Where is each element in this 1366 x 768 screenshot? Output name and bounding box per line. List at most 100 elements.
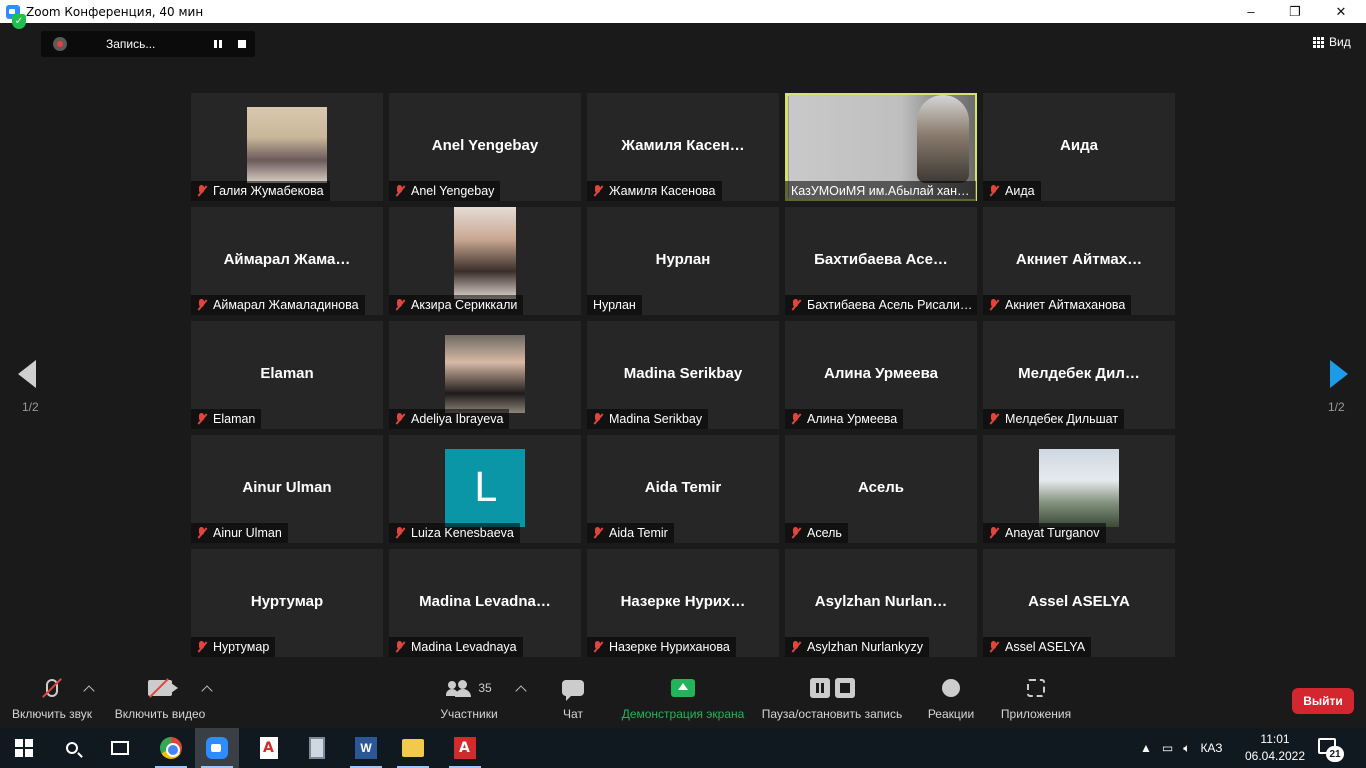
unmute-button[interactable]: Включить звук: [8, 673, 96, 728]
participant-name: Adeliya Ibrayeva: [411, 412, 504, 426]
apps-icon: [1027, 679, 1045, 697]
participant-name-bar: Аймарал Жамаладинова: [191, 295, 365, 315]
apps-label: Приложения: [1000, 707, 1072, 721]
participant-tile[interactable]: Мелдебек Дил… Мелдебек Дильшат: [983, 321, 1175, 429]
participant-tile[interactable]: Madina Serikbay Madina Serikbay: [587, 321, 779, 429]
chrome-icon: [160, 737, 182, 759]
minimize-button[interactable]: –: [1228, 0, 1274, 23]
participant-tile[interactable]: Назерке Нурих… Назерке Нуриханова: [587, 549, 779, 657]
taskbar-calculator[interactable]: [295, 728, 339, 768]
taskbar-pdf-reader[interactable]: [247, 728, 291, 768]
participant-tile[interactable]: Elaman Elaman: [191, 321, 383, 429]
mic-muted-icon: [195, 640, 209, 654]
participant-display-name: Аймарал Жама…: [223, 251, 351, 268]
participant-tile[interactable]: Жамиля Касен… Жамиля Касенова: [587, 93, 779, 201]
mic-muted-icon: [195, 412, 209, 426]
previous-page-arrow-icon[interactable]: [18, 360, 48, 390]
participant-tile[interactable]: Aida Temir Aida Temir: [587, 435, 779, 543]
view-button[interactable]: Вид: [1313, 35, 1351, 49]
task-view-button[interactable]: [98, 728, 142, 768]
participant-name-bar: Аида: [983, 181, 1041, 201]
security-shield-icon[interactable]: ✓: [12, 14, 26, 29]
acrobat-icon: [454, 737, 476, 759]
participant-tile[interactable]: Акниет Айтмах… Акниет Айтмаханова: [983, 207, 1175, 315]
taskbar-file-explorer[interactable]: [391, 728, 435, 768]
stop-recording-icon[interactable]: [238, 40, 246, 48]
participant-tile[interactable]: Алина Урмеева Алина Урмеева: [785, 321, 977, 429]
mic-muted-icon: [195, 184, 209, 198]
mic-muted-icon: [393, 298, 407, 312]
participant-tile[interactable]: L Luiza Kenesbaeva: [389, 435, 581, 543]
keyboard-language[interactable]: КАЗ: [1200, 741, 1222, 755]
participant-tile[interactable]: Anayat Turganov: [983, 435, 1175, 543]
participant-display-name: Нуртумар: [250, 593, 324, 610]
close-button[interactable]: ✕: [1318, 0, 1364, 23]
participant-tile[interactable]: Assel ASELYA Assel ASELYA: [983, 549, 1175, 657]
grid-view-icon: [1313, 36, 1324, 48]
view-label: Вид: [1329, 35, 1351, 49]
window-titlebar: Zoom Конференция, 40 мин: [0, 0, 1366, 23]
recording-dot-icon: [53, 37, 67, 51]
apps-button[interactable]: Приложения: [997, 673, 1075, 728]
participant-name: Жамиля Касенова: [609, 184, 716, 198]
page-indicator-left: 1/2: [22, 400, 39, 414]
mic-muted-icon: [591, 184, 605, 198]
reactions-button[interactable]: Реакции: [925, 673, 977, 728]
show-hidden-icons-icon[interactable]: ▲: [1140, 741, 1152, 755]
mic-muted-icon: [393, 526, 407, 540]
taskbar-zoom[interactable]: [195, 728, 239, 768]
next-page-arrow-icon[interactable]: [1326, 360, 1356, 390]
participant-tile[interactable]: Asylzhan Nurlan… Asylzhan Nurlankyzy: [785, 549, 977, 657]
network-icon[interactable]: ▭: [1162, 741, 1173, 755]
folder-icon: [402, 739, 424, 757]
participants-count: 35: [478, 681, 492, 695]
participant-tile[interactable]: Аймарал Жама… Аймарал Жамаладинова: [191, 207, 383, 315]
taskbar-word[interactable]: W: [344, 728, 388, 768]
participant-tile[interactable]: Нуртумар Нуртумар: [191, 549, 383, 657]
mic-muted-icon: [591, 412, 605, 426]
participant-tile[interactable]: Adeliya Ibrayeva: [389, 321, 581, 429]
participant-name-bar: Assel ASELYA: [983, 637, 1092, 657]
participant-name: Асель: [807, 526, 842, 540]
pause-stop-recording-label: Пауза/остановить запись: [761, 707, 903, 721]
share-screen-button[interactable]: Демонстрация экрана: [620, 673, 746, 728]
mic-muted-icon: [789, 640, 803, 654]
taskbar-acrobat[interactable]: [443, 728, 487, 768]
recording-label: Запись...: [106, 37, 156, 51]
taskbar-chrome[interactable]: [149, 728, 193, 768]
pause-stop-recording-button[interactable]: Пауза/остановить запись: [760, 673, 904, 728]
participant-name-bar: Нурлан: [587, 295, 642, 315]
volume-icon[interactable]: 🔈︎: [1183, 741, 1190, 756]
mic-muted-icon: [789, 298, 803, 312]
restore-button[interactable]: ❐: [1272, 0, 1318, 23]
participants-button[interactable]: 35 Участники: [436, 673, 502, 728]
participant-display-name: Аида: [1060, 137, 1098, 154]
participant-tile[interactable]: Нурлан Нурлан: [587, 207, 779, 315]
recording-indicator: Запись...: [41, 31, 255, 57]
participant-tile[interactable]: Бахтибаева Асе… Бахтибаева Асель Рисали…: [785, 207, 977, 315]
participant-tile[interactable]: Аида Аида: [983, 93, 1175, 201]
participant-tile[interactable]: Асель Асель: [785, 435, 977, 543]
pause-recording-icon[interactable]: [211, 37, 225, 51]
mic-muted-icon: [987, 298, 1001, 312]
participant-name-bar: Anayat Turganov: [983, 523, 1106, 543]
participant-name: Акниет Айтмаханова: [1005, 298, 1126, 312]
search-button[interactable]: [50, 728, 94, 768]
participant-tile[interactable]: Anel Yengebay Anel Yengebay: [389, 93, 581, 201]
participant-name: Галия Жумабекова: [213, 184, 324, 198]
participants-caret-icon[interactable]: [515, 685, 527, 697]
start-video-button[interactable]: Включить видео: [112, 673, 208, 728]
leave-button[interactable]: Выйти: [1292, 688, 1354, 714]
participant-name: Asylzhan Nurlankyzy: [807, 640, 924, 654]
participant-name-bar: Asylzhan Nurlankyzy: [785, 637, 930, 657]
participant-tile[interactable]: Акзира Сериккали: [389, 207, 581, 315]
start-button[interactable]: [2, 728, 46, 768]
participant-tile[interactable]: Ainur Ulman Ainur Ulman: [191, 435, 383, 543]
participant-name-bar: Акзира Сериккали: [389, 295, 524, 315]
participant-tile[interactable]: Галия Жумабекова: [191, 93, 383, 201]
participant-display-name: Асель: [857, 479, 905, 496]
participant-tile[interactable]: КазУМОиМЯ им.Абылай хан…: [785, 93, 977, 201]
participant-tile[interactable]: Madina Levadna… Madina Levadnaya: [389, 549, 581, 657]
clock[interactable]: 11:01 06.04.2022: [1240, 731, 1310, 765]
chat-button[interactable]: Чат: [553, 673, 593, 728]
